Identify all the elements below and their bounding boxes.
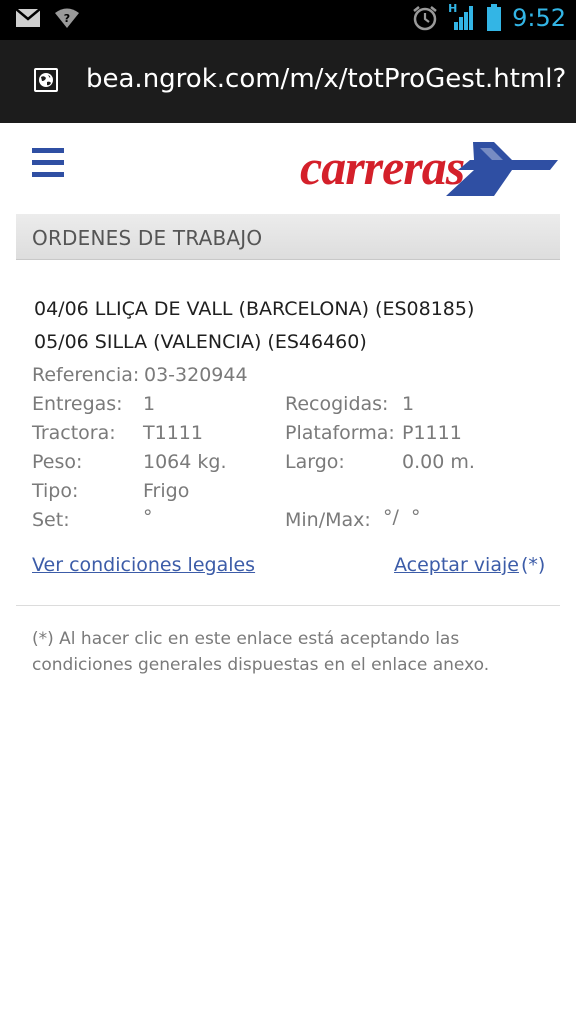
type-label: Tipo: [32, 480, 79, 502]
set-label: Set: [32, 509, 70, 531]
browser-url-bar[interactable]: bea.ngrok.com/m/x/totProGest.html? [0, 40, 576, 123]
set-value: ° [143, 506, 153, 528]
signal-icon [454, 6, 474, 30]
min-max-label: Min/Max: [285, 509, 371, 531]
legal-conditions-link[interactable]: Ver condiciones legales [32, 554, 255, 576]
svg-text:?: ? [64, 12, 70, 25]
pickups-label: Recogidas: [285, 393, 389, 415]
tractor-value: T1111 [143, 422, 203, 444]
status-bar: ? H 9:52 [0, 0, 576, 40]
section-header: ORDENES DE TRABAJO [16, 214, 560, 260]
length-label: Largo: [285, 451, 345, 473]
accept-trip-note: (*) [521, 554, 546, 576]
status-bar-left: ? [16, 8, 80, 28]
legal-footnote: (*) Al hacer clic en este enlace está ac… [32, 629, 490, 675]
section-title: ORDENES DE TRABAJO [32, 226, 263, 250]
platform-label: Plataforma: [285, 422, 395, 444]
min-max-value: °/ ° [383, 506, 421, 528]
reference-label: Referencia: [32, 364, 140, 386]
wifi-question-icon: ? [55, 8, 79, 28]
weight-label: Peso: [32, 451, 83, 473]
deliveries-label: Entregas: [32, 393, 123, 415]
signal-indicator: H [448, 2, 476, 32]
route-line-destination: 05/06 SILLA (VALENCIA) (ES46460) [34, 331, 367, 353]
status-bar-right: H 9:52 [412, 2, 566, 32]
logo-wordmark: carreras [300, 139, 464, 195]
clock-time: 9:52 [512, 4, 566, 32]
carreras-logo: carreras [298, 138, 560, 200]
accept-trip-link[interactable]: Aceptar viaje [394, 554, 519, 576]
battery-icon [487, 4, 502, 31]
gmail-icon [16, 9, 40, 27]
tractor-label: Tractora: [32, 422, 116, 444]
route-line-origin: 04/06 LLIÇA DE VALL (BARCELONA) (ES08185… [34, 298, 475, 320]
type-value: Frigo [143, 480, 190, 502]
reference-value: 03-320944 [144, 364, 248, 386]
alarm-icon [413, 6, 437, 31]
platform-value: P1111 [402, 422, 462, 444]
divider [16, 605, 560, 606]
length-value: 0.00 m. [402, 451, 475, 473]
globe-icon [34, 68, 58, 92]
weight-value: 1064 kg. [143, 451, 227, 473]
pickups-value: 1 [402, 393, 415, 415]
url-text[interactable]: bea.ngrok.com/m/x/totProGest.html? [86, 64, 566, 94]
deliveries-value: 1 [143, 393, 156, 415]
hamburger-menu-icon[interactable] [32, 148, 64, 178]
